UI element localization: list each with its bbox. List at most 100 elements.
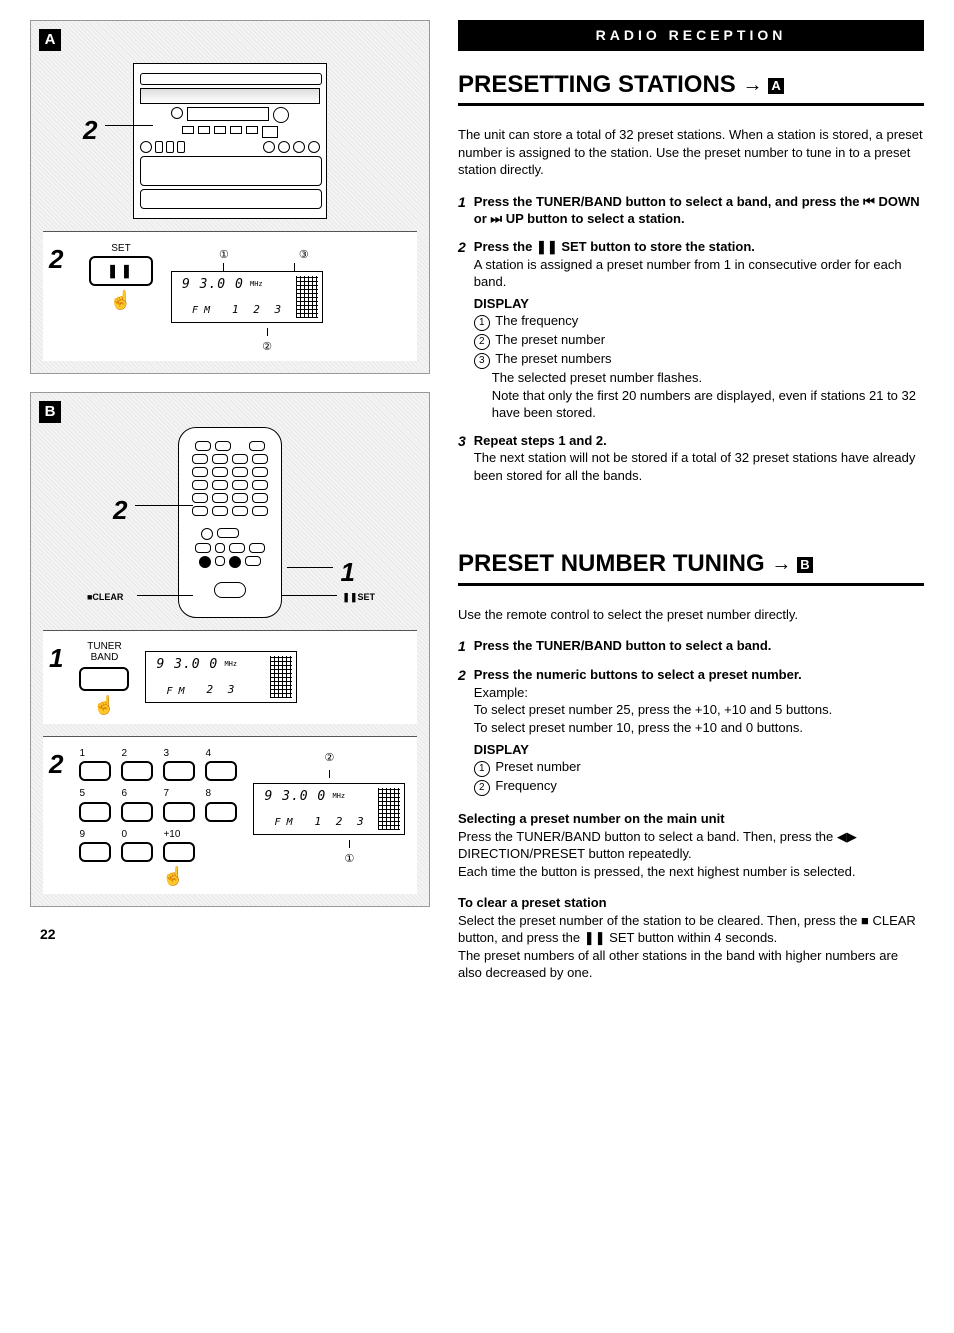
figure-a-callout-2: 2: [83, 113, 97, 148]
callout-2: ②: [253, 751, 405, 766]
tuning-intro: Use the remote control to select the pre…: [458, 606, 924, 624]
figure-b-detail-1: 1 TUNERBAND ☝ 9 3.0 0 MHz F M 2 3: [43, 630, 417, 723]
lcd-preset-digits: 1 2 3: [232, 303, 285, 318]
step-1: 1 Press the TUNER/BAND button to select …: [458, 193, 924, 228]
display-item-2: The preset number: [495, 332, 605, 347]
step-b1: 1 Press the TUNER/BAND button to select …: [458, 637, 924, 656]
lcd-display-illustration: 9 3.0 0 MHz F M 2 3: [145, 651, 297, 703]
clear-title: To clear a preset station: [458, 894, 924, 912]
selecting-title: Selecting a preset number on the main un…: [458, 810, 924, 828]
step-number: 2: [458, 666, 466, 796]
step-number: 3: [458, 432, 466, 485]
circled-2-icon: 2: [474, 334, 490, 350]
tuner-label: TUNER: [87, 641, 121, 652]
lcd-unit: MHz: [332, 792, 345, 801]
key-3-label: 3: [163, 747, 195, 761]
circled-2-icon: 2: [474, 780, 490, 796]
example-line-1: To select preset number 25, press the +1…: [474, 701, 924, 719]
arrow-icon: →: [742, 74, 768, 96]
lcd-frequency: 9 3.0 0: [264, 788, 326, 806]
step-number: 1: [458, 637, 466, 656]
page-number: 22: [40, 925, 430, 944]
circled-1-icon: 1: [474, 315, 490, 331]
key-9-label: 9: [79, 828, 111, 842]
step-b2: 2 Press the numeric buttons to select a …: [458, 666, 924, 796]
circled-1-icon: 1: [474, 761, 490, 777]
section-banner: RADIO RECEPTION: [458, 20, 924, 51]
lcd-preset-digits: 2 3: [206, 683, 238, 698]
step-b1-title: Press the TUNER/BAND button to select a …: [474, 637, 924, 656]
hand-pointer-icon: ☝: [109, 864, 237, 888]
stereo-unit-illustration: [133, 63, 327, 219]
example-label: Example:: [474, 684, 924, 702]
key-6-label: 6: [121, 787, 153, 801]
key-5-label: 5: [79, 787, 111, 801]
figure-a: A 2 2 SET ❚❚ ☝: [30, 20, 430, 374]
key-1-label: 1: [79, 747, 111, 761]
lcd-display-illustration: 9 3.0 0 MHz F M 1 2 3: [171, 271, 323, 323]
display-label: DISPLAY: [474, 741, 924, 759]
heading-text: PRESETTING STATIONS: [458, 71, 736, 98]
display-item-3-note-b: Note that only the first 20 numbers are …: [492, 387, 924, 422]
step-2: 2 Press the ❚❚ SET button to store the s…: [458, 238, 924, 422]
key-0-label: 0: [121, 828, 153, 842]
lcd-frequency: 9 3.0 0: [156, 656, 218, 674]
set-button-label: ❚❚SET: [342, 591, 375, 603]
clear-button-label: ■CLEAR: [87, 591, 123, 603]
display-item-1: The frequency: [495, 313, 578, 328]
callout-3: ③: [299, 248, 309, 263]
display-label: DISPLAY: [474, 295, 924, 313]
display-item-3: The preset numbers: [495, 351, 611, 366]
lcd-unit: MHz: [250, 280, 263, 289]
detail-step-num: 2: [49, 242, 71, 277]
heading-text: PRESET NUMBER TUNING: [458, 550, 765, 577]
presetting-intro: The unit can store a total of 32 preset …: [458, 126, 924, 179]
display-item-2: Frequency: [495, 778, 556, 793]
pause-icon: ❚❚: [107, 263, 135, 278]
lcd-band: F M: [274, 816, 292, 830]
figure-b: B 2 1: [30, 392, 430, 907]
callout-2: ②: [211, 340, 323, 355]
set-button-illustration: ❚❚: [89, 256, 153, 286]
lcd-display-illustration: 9 3.0 0 MHz F M 1 2 3: [253, 783, 405, 835]
key-2-label: 2: [121, 747, 153, 761]
remote-control-illustration: [178, 427, 282, 618]
hand-pointer-icon: ☝: [89, 288, 153, 312]
step-3: 3 Repeat steps 1 and 2. The next station…: [458, 432, 924, 485]
figure-b-callout-1: 1: [341, 555, 355, 590]
lcd-frequency: 9 3.0 0: [182, 276, 244, 294]
key-4-label: 4: [205, 747, 237, 761]
selecting-subsection: Selecting a preset number on the main un…: [458, 810, 924, 880]
preset-tuning-heading: PRESET NUMBER TUNING → B: [458, 548, 924, 585]
heading-ref-badge: A: [768, 78, 784, 94]
callout-1: ①: [219, 248, 229, 263]
key-8-label: 8: [205, 787, 237, 801]
step-3-title: Repeat steps 1 and 2.: [474, 432, 924, 450]
lcd-unit: MHz: [224, 660, 237, 669]
clear-line-1: Select the preset number of the station …: [458, 912, 924, 947]
figure-a-label: A: [39, 29, 61, 51]
detail-1-num: 1: [49, 641, 63, 676]
arrow-icon: →: [771, 554, 797, 576]
step-3-desc: The next station will not be stored if a…: [474, 449, 924, 484]
heading-ref-badge: B: [797, 557, 813, 573]
selecting-line-2: Each time the button is pressed, the nex…: [458, 863, 924, 881]
selecting-line-1: Press the TUNER/BAND button to select a …: [458, 828, 924, 863]
figure-b-detail-2: 2 1 2 3 4 5 6 7 8 9 0: [43, 736, 417, 895]
text-column: RADIO RECEPTION PRESETTING STATIONS → A …: [458, 20, 924, 982]
figure-b-label: B: [39, 401, 61, 423]
presetting-heading: PRESETTING STATIONS → A: [458, 69, 924, 106]
set-label: SET: [89, 242, 153, 256]
numeric-keypad-illustration: 1 2 3 4 5 6 7 8 9 0 +10: [79, 747, 237, 863]
step-number: 2: [458, 238, 466, 422]
step-2-desc: A station is assigned a preset number fr…: [474, 256, 924, 291]
lcd-band: F M: [192, 304, 210, 318]
display-item-3-note-a: The selected preset number flashes.: [492, 369, 924, 387]
figure-a-detail-panel: 2 SET ❚❚ ☝ ① ③ 9 3.0 0 MHz F M: [43, 231, 417, 361]
display-item-1: Preset number: [495, 759, 580, 774]
step-2-title: Press the ❚❚ SET button to store the sta…: [474, 238, 924, 256]
key-7-label: 7: [163, 787, 195, 801]
tuner-band-button-illustration: [79, 667, 129, 691]
detail-2-num: 2: [49, 747, 63, 782]
figures-column: A 2 2 SET ❚❚ ☝: [30, 20, 430, 982]
